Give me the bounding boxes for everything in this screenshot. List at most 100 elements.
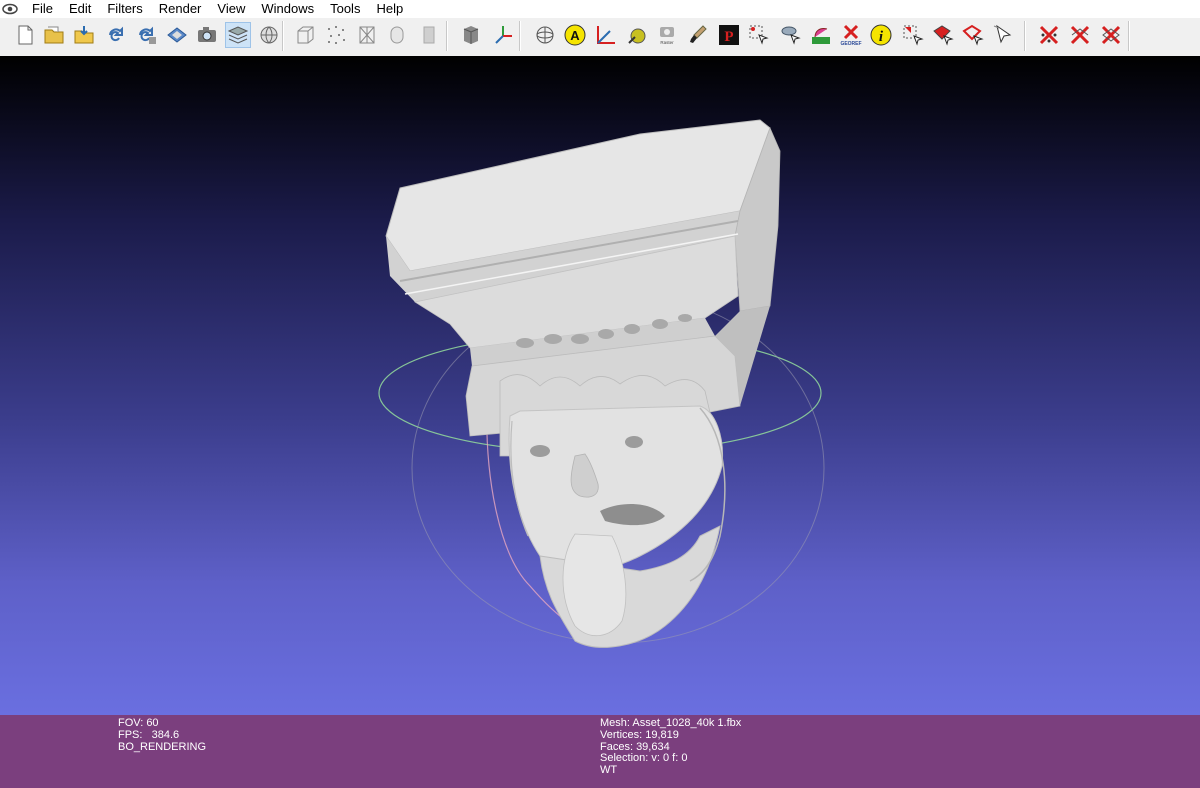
save-button[interactable] <box>164 22 190 48</box>
render-mode-label: BO_RENDERING <box>118 740 207 753</box>
reload-button[interactable] <box>103 22 129 48</box>
toolbar-separator <box>282 21 284 51</box>
axes-button[interactable] <box>490 22 516 48</box>
georef-button[interactable]: GEOREF <box>838 22 864 48</box>
measure-icon <box>593 23 617 47</box>
bbox-icon <box>293 23 317 47</box>
align-icon <box>779 23 803 47</box>
toolbar-separator <box>446 21 448 51</box>
menu-tools[interactable]: Tools <box>322 0 368 18</box>
lighting-icon <box>459 23 483 47</box>
trackball-icon <box>533 23 557 47</box>
select-cursor-icon <box>991 23 1015 47</box>
lighting-button[interactable] <box>458 22 484 48</box>
menu-help[interactable]: Help <box>368 0 411 18</box>
meshlab-app-icon[interactable] <box>2 1 18 17</box>
menu-file[interactable]: File <box>24 0 61 18</box>
smooth-shading-icon <box>417 23 441 47</box>
menu-windows[interactable]: Windows <box>253 0 322 18</box>
svg-text:Raster: Raster <box>660 40 674 45</box>
delete-vertices-icon <box>1037 23 1061 47</box>
bbox-button[interactable] <box>292 22 318 48</box>
mesh-info: Mesh: Asset_1028_40k 1.fbx Vertices: 19,… <box>600 717 741 777</box>
import-mesh-button[interactable] <box>71 22 97 48</box>
wireframe-icon <box>355 23 379 47</box>
annotation-icon: A <box>563 23 587 47</box>
snapshot-button[interactable] <box>194 22 220 48</box>
delete-faces-button[interactable] <box>1067 22 1093 48</box>
toolbar-separator <box>519 21 521 51</box>
vertices-label: Vertices: 19,819 <box>600 728 679 741</box>
select-faces-icon <box>901 23 925 47</box>
toolbar-separator <box>1024 21 1026 51</box>
open-project-button[interactable] <box>41 22 67 48</box>
delete-vertices-button[interactable] <box>1036 22 1062 48</box>
menu-view[interactable]: View <box>209 0 253 18</box>
flat-shading-icon <box>385 23 409 47</box>
select-connected-button[interactable] <box>930 22 956 48</box>
paint-rabbit-icon <box>809 23 833 47</box>
select-vertices-icon <box>747 23 771 47</box>
georef-icon: GEOREF <box>839 23 863 47</box>
paint-icon <box>685 23 709 47</box>
svg-text:A: A <box>570 28 580 43</box>
delete-faces-vertices-icon <box>1099 23 1123 47</box>
3d-viewport[interactable] <box>0 56 1200 715</box>
delete-faces-vertices-button[interactable] <box>1098 22 1124 48</box>
points-icon <box>324 23 348 47</box>
info-icon: i <box>869 23 893 47</box>
reload-icon <box>104 23 128 47</box>
decorate-icon <box>257 23 281 47</box>
trackball-button[interactable] <box>532 22 558 48</box>
import-mesh-icon <box>72 23 96 47</box>
open-project-icon <box>42 23 66 47</box>
status-info-bar: FOV: 60 FPS: 384.6 BO_RENDERING Mesh: As… <box>0 715 1200 788</box>
new-project-button[interactable] <box>12 22 38 48</box>
fps-label: FPS: 384.6 <box>118 728 180 741</box>
wt-label: WT <box>600 764 618 777</box>
layers-button[interactable] <box>225 22 251 48</box>
axes-icon <box>491 23 515 47</box>
scene[interactable] <box>0 56 1200 715</box>
smooth-shading-button[interactable] <box>416 22 442 48</box>
reload-all-button[interactable] <box>134 22 160 48</box>
decorate-button[interactable] <box>256 22 282 48</box>
pickpoints-pp-button[interactable]: P <box>716 22 742 48</box>
new-project-icon <box>13 23 37 47</box>
points-button[interactable] <box>323 22 349 48</box>
selection-label: Selection: v: 0 f: 0 <box>600 752 688 765</box>
menubar: File Edit Filters Render View Windows To… <box>0 0 1200 18</box>
wireframe-button[interactable] <box>354 22 380 48</box>
select-border-icon <box>961 23 985 47</box>
menu-edit[interactable]: Edit <box>61 0 99 18</box>
save-icon <box>165 23 189 47</box>
annotation-button[interactable]: A <box>562 22 588 48</box>
svg-text:P: P <box>724 29 733 45</box>
main-toolbar: A Raster P GEOREF i <box>0 18 1200 57</box>
menu-filters[interactable]: Filters <box>99 0 150 18</box>
snapshot-icon <box>195 23 219 47</box>
select-vertices-button[interactable] <box>746 22 772 48</box>
delete-faces-icon <box>1068 23 1092 47</box>
mesh-model[interactable] <box>385 119 781 648</box>
paint-button[interactable] <box>684 22 710 48</box>
toolbar-separator <box>1128 21 1130 51</box>
menu-render[interactable]: Render <box>151 0 210 18</box>
raster-align-icon: Raster <box>655 23 679 47</box>
select-cursor-button[interactable] <box>990 22 1016 48</box>
svg-text:GEOREF: GEOREF <box>840 41 861 47</box>
layers-icon <box>226 23 250 47</box>
pickpoints-pp-icon: P <box>717 23 741 47</box>
paint-rabbit-button[interactable] <box>808 22 834 48</box>
pick-points-icon <box>625 23 649 47</box>
flat-shading-button[interactable] <box>384 22 410 48</box>
align-button[interactable] <box>778 22 804 48</box>
render-info: FOV: 60 FPS: 384.6 BO_RENDERING <box>118 717 207 753</box>
pick-points-button[interactable] <box>624 22 650 48</box>
raster-align-button[interactable]: Raster <box>654 22 680 48</box>
select-faces-button[interactable] <box>900 22 926 48</box>
select-connected-icon <box>931 23 955 47</box>
info-button[interactable]: i <box>868 22 894 48</box>
measure-button[interactable] <box>592 22 618 48</box>
select-border-button[interactable] <box>960 22 986 48</box>
